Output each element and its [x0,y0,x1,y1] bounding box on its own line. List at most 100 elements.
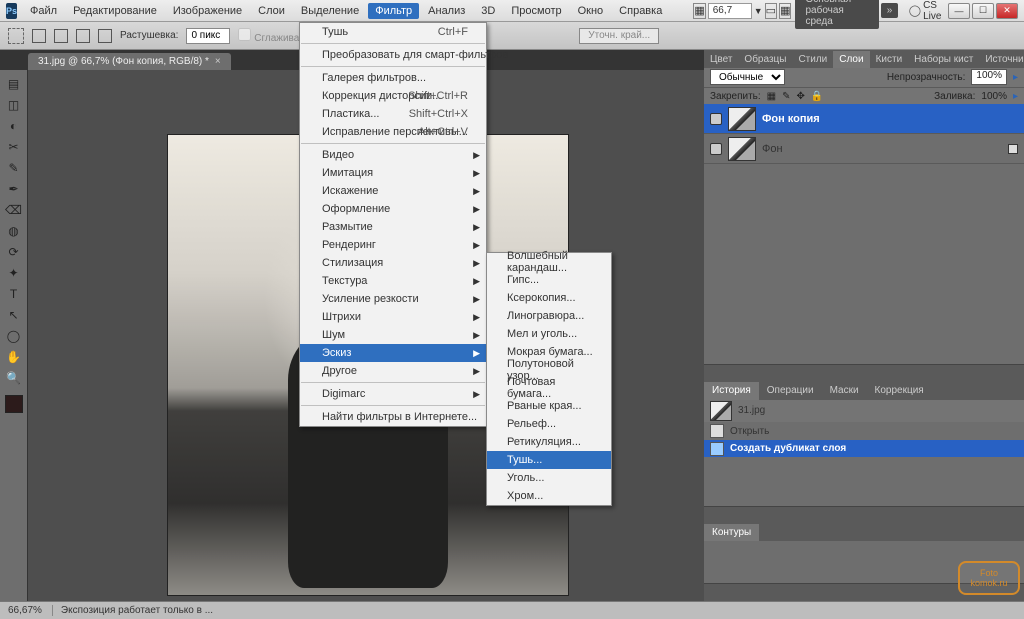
menu-view[interactable]: Просмотр [504,3,568,19]
eye-icon[interactable] [710,143,722,155]
tool-brush[interactable]: ✒ [3,179,25,199]
refine-edge-button[interactable]: Уточн. край... [579,28,659,44]
menu-item-browse-online[interactable]: Найти фильтры в Интернете... [300,408,486,426]
menu-item-digimarc[interactable]: Digimarc▶ [300,385,486,403]
tool-text[interactable]: T [3,284,25,304]
menu-analysis[interactable]: Анализ [421,3,472,19]
tab-paths[interactable]: Контуры [704,524,759,542]
menu-item-smart-convert[interactable]: Преобразовать для смарт-фильтров [300,46,486,64]
lock-pixels-icon[interactable]: ▦ [767,91,776,102]
menu-filter[interactable]: Фильтр [368,3,419,19]
tab-actions[interactable]: Операции [759,382,822,400]
tool-shape[interactable]: ◯ [3,326,25,346]
tab-adjustments[interactable]: Коррекция [867,382,932,400]
tool-gradient[interactable]: ◍ [3,221,25,241]
menu-item-distort[interactable]: Искажение▶ [300,182,486,200]
cslive-label[interactable]: CS Live [923,0,942,22]
submenu-item[interactable]: Мел и уголь... [487,325,611,343]
tab-history[interactable]: История [704,382,759,400]
menu-item-texture[interactable]: Текстура▶ [300,272,486,290]
lock-all-icon[interactable]: 🔒 [811,91,823,102]
window-minimize[interactable]: — [948,3,970,19]
lock-paint-icon[interactable]: ✎ [782,91,790,102]
tab-layers[interactable]: Слои [833,51,869,68]
menu-item-other[interactable]: Другое▶ [300,362,486,380]
menu-item-filter-gallery[interactable]: Галерея фильтров... [300,69,486,87]
tab-swatches[interactable]: Образцы [738,51,792,68]
tab-clonesource[interactable]: Источник кло [979,51,1024,68]
chevron-right-icon[interactable]: ▸ [1013,72,1018,83]
tool-zoom[interactable]: 🔍 [3,368,25,388]
mb-icon[interactable]: ▦ [693,3,705,19]
status-info[interactable]: Экспозиция работает только в ... [52,605,213,616]
submenu-item[interactable]: Рельеф... [487,415,611,433]
submenu-item[interactable]: Волшебный карандаш... [487,253,611,271]
menu-image[interactable]: Изображение [166,3,249,19]
tool-path[interactable]: ↖ [3,305,25,325]
tool-marquee[interactable]: ◫ [3,95,25,115]
menu-item-sharpen[interactable]: Усиление резкости▶ [300,290,486,308]
menu-item-sketch[interactable]: Эскиз▶ [300,344,486,362]
menu-item-video[interactable]: Видео▶ [300,146,486,164]
cslive-icon[interactable]: ◯ [909,4,921,17]
layer-row[interactable]: Фон копия [704,104,1024,134]
menu-help[interactable]: Справка [612,3,669,19]
submenu-item[interactable]: Тушь... [487,451,611,469]
workspace-more[interactable]: » [881,3,899,18]
tool-crop[interactable]: ✂ [3,137,25,157]
arrange-icon[interactable]: ▦ [779,3,791,19]
menu-item-pixelate[interactable]: Оформление▶ [300,200,486,218]
submenu-item[interactable]: Линогравюра... [487,307,611,325]
menu-item-stylize[interactable]: Стилизация▶ [300,254,486,272]
submenu-item[interactable]: Уголь... [487,469,611,487]
fill-input[interactable]: 100% [981,91,1007,102]
tab-color[interactable]: Цвет [704,51,738,68]
menu-item-lens-correction[interactable]: Коррекция дисторсии...Shift+Ctrl+R [300,87,486,105]
blend-mode-select[interactable]: Обычные [710,69,785,85]
feather-input[interactable] [186,28,230,44]
menu-item-blur[interactable]: Размытие▶ [300,218,486,236]
menu-item-render[interactable]: Рендеринг▶ [300,236,486,254]
tab-styles[interactable]: Стили [792,51,833,68]
history-item[interactable]: Открыть [704,422,1024,440]
eye-icon[interactable] [710,113,722,125]
marquee-tool-icon[interactable] [8,28,24,44]
tool-hand[interactable]: ✋ [3,347,25,367]
menu-item-strokes[interactable]: Штрихи▶ [300,308,486,326]
marquee-sub-icon[interactable] [76,29,90,43]
tab-brushes[interactable]: Кисти [870,51,909,68]
tab-masks[interactable]: Маски [822,382,867,400]
tool-eraser[interactable]: ⌫ [3,200,25,220]
submenu-item[interactable]: Ксерокопия... [487,289,611,307]
tool-eyedropper[interactable]: ✎ [3,158,25,178]
submenu-item[interactable]: Хром... [487,487,611,505]
window-maximize[interactable]: ☐ [972,3,994,19]
menu-item-liquify[interactable]: Пластика...Shift+Ctrl+X [300,105,486,123]
menu-file[interactable]: Файл [23,3,64,19]
menu-select[interactable]: Выделение [294,3,366,19]
screenmode-icon[interactable]: ▭ [765,3,777,19]
menu-edit[interactable]: Редактирование [66,3,164,19]
marquee-new-icon[interactable] [32,29,46,43]
menu-item-last-filter[interactable]: ТушьCtrl+F [300,23,486,41]
opacity-input[interactable]: 100% [971,69,1007,85]
menu-3d[interactable]: 3D [474,3,502,19]
tool-lasso[interactable]: ◐ [3,116,25,136]
tool-smudge[interactable]: ⟳ [3,242,25,262]
close-icon[interactable]: × [215,56,221,67]
tool-move[interactable]: ▤ [3,74,25,94]
tool-dodge[interactable]: ✦ [3,263,25,283]
history-item[interactable]: Создать дубликат слоя [704,440,1024,458]
document-tab[interactable]: 31.jpg @ 66,7% (Фон копия, RGB/8) * × [28,53,231,70]
chevron-right-icon[interactable]: ▸ [1013,91,1018,102]
submenu-item[interactable]: Почтовая бумага... [487,379,611,397]
window-close[interactable]: ✕ [996,3,1018,19]
zoom-field[interactable]: 66,7 [708,3,752,19]
menu-item-artistic[interactable]: Имитация▶ [300,164,486,182]
marquee-int-icon[interactable] [98,29,112,43]
status-zoom[interactable]: 66,67% [8,605,42,616]
menu-window[interactable]: Окно [571,3,611,19]
menu-layer[interactable]: Слои [251,3,292,19]
menu-item-vanishing-point[interactable]: Исправление перспективы...Alt+Ctrl+V [300,123,486,141]
layer-row[interactable]: Фон [704,134,1024,164]
